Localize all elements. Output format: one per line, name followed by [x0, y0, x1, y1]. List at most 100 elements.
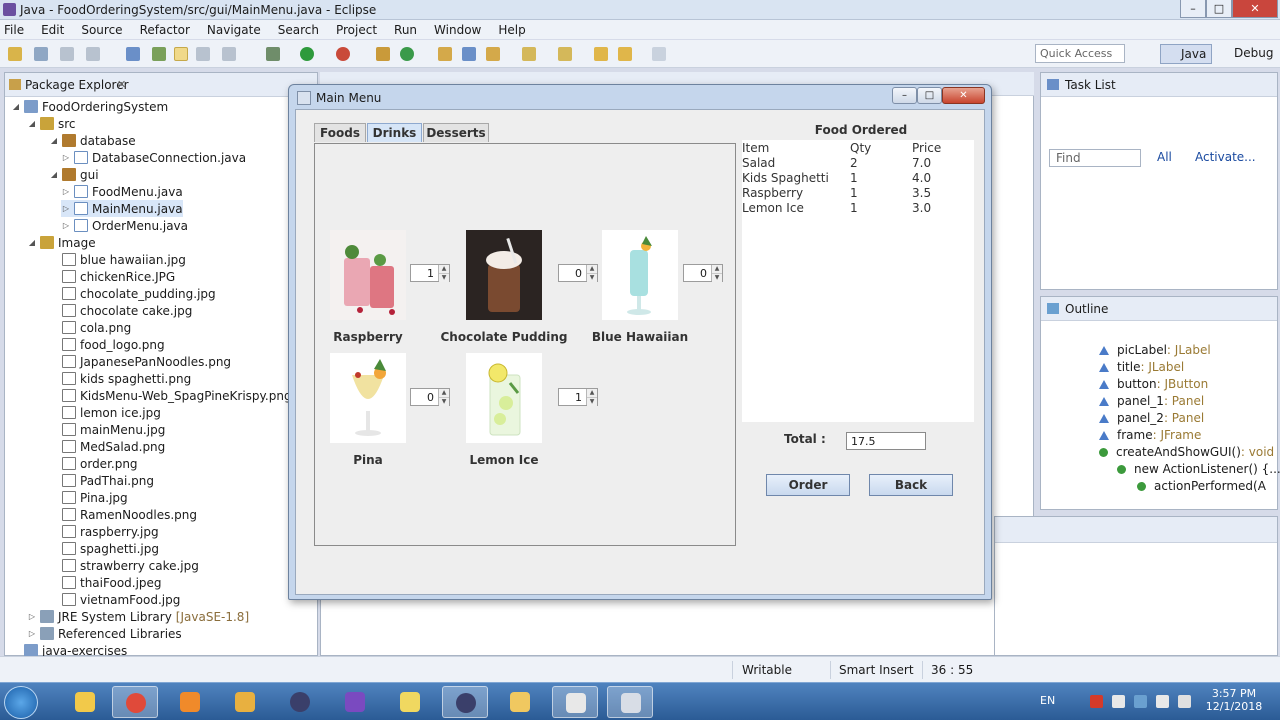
tree-item[interactable]: chocolate cake.jpg [49, 302, 192, 319]
package-explorer-tab[interactable]: Package Explorer [25, 78, 129, 92]
tree-item[interactable]: lemon ice.jpg [49, 404, 161, 421]
tree-toggle-icon[interactable]: ◢ [27, 238, 37, 247]
debug-perspective-button[interactable]: Debug [1216, 44, 1276, 64]
taskbar-java-app[interactable] [552, 686, 598, 718]
spinner-down-icon[interactable]: ▼ [712, 273, 722, 282]
quantity-spinner-raspberry[interactable]: 1 ▲ ▼ [410, 264, 450, 282]
tray-volume-icon[interactable] [1156, 695, 1169, 708]
spinner-up-icon[interactable]: ▲ [712, 265, 722, 273]
tree-item[interactable]: ▷ FoodMenu.java [61, 183, 183, 200]
taskbar-app-7[interactable] [387, 686, 433, 718]
tree-item[interactable]: MedSalad.png [49, 438, 165, 455]
tab-desserts[interactable]: Desserts [423, 123, 489, 142]
tree-toggle-icon[interactable]: ▷ [61, 153, 71, 162]
tab-foods[interactable]: Foods [314, 123, 366, 142]
tree-item[interactable]: strawberry cake.jpg [49, 557, 199, 574]
tree-toggle-icon[interactable]: ▷ [61, 204, 71, 213]
run-icon[interactable] [300, 47, 314, 61]
quick-access-input[interactable]: Quick Access [1035, 44, 1125, 63]
tab-drinks[interactable]: Drinks [367, 123, 422, 142]
menu-help[interactable]: Help [498, 23, 525, 37]
clock[interactable]: 3:57 PM 12/1/2018 [1200, 687, 1268, 713]
outline-item[interactable]: panel_2 : Panel [1099, 411, 1204, 425]
taskbar-visual-studio-app[interactable] [332, 686, 378, 718]
back-icon[interactable] [618, 47, 632, 61]
tree-item[interactable]: ◢ database [49, 132, 136, 149]
tree-item[interactable]: ▷ MainMenu.java [61, 200, 183, 217]
taskbar-chrome-app[interactable] [112, 686, 158, 718]
taskbar-eclipse-app[interactable] [277, 686, 323, 718]
table-row[interactable]: Raspberry 1 3.5 [742, 186, 974, 201]
tree-toggle-icon[interactable]: ▷ [27, 629, 37, 638]
show-whitespace-icon[interactable] [222, 47, 236, 61]
outline-item[interactable]: button : JButton [1099, 377, 1208, 391]
maximize-button[interactable]: □ [1206, 0, 1232, 18]
spinner-down-icon[interactable]: ▼ [587, 273, 597, 282]
tree-item[interactable]: ◢ gui [49, 166, 99, 183]
tree-item[interactable]: thaiFood.jpeg [49, 574, 162, 591]
tree-item[interactable]: ▷ DatabaseConnection.java [61, 149, 246, 166]
open-task-icon[interactable] [462, 47, 476, 61]
new-java-class-icon[interactable] [400, 47, 414, 61]
task-activate-link[interactable]: Activate... [1195, 150, 1256, 164]
spinner-up-icon[interactable]: ▲ [439, 265, 449, 273]
tree-toggle-icon[interactable]: ▷ [61, 187, 71, 196]
tree-item[interactable]: KidsMenu-Web_SpagPineKrispy.png [49, 387, 292, 404]
tree-item[interactable]: chocolate_pudding.jpg [49, 285, 216, 302]
next-annotation-icon[interactable] [522, 47, 536, 61]
tree-item[interactable]: mainMenu.jpg [49, 421, 165, 438]
outline-item[interactable]: picLabel : JLabel [1099, 343, 1211, 357]
close-button[interactable]: ✕ [1232, 0, 1278, 18]
outline-item[interactable]: panel_1 : Panel [1099, 394, 1204, 408]
spinner-up-icon[interactable]: ▲ [587, 389, 597, 397]
quantity-spinner-lemon-ice[interactable]: 1 ▲ ▼ [558, 388, 598, 406]
task-all-link[interactable]: All [1157, 150, 1172, 164]
tree-toggle-icon[interactable]: ◢ [27, 119, 37, 128]
tree-item[interactable]: kids spaghetti.png [49, 370, 191, 387]
quantity-spinner-blue-hawaiian[interactable]: 0 ▲ ▼ [683, 264, 723, 282]
back-button[interactable]: Back [869, 474, 953, 496]
language-indicator[interactable]: EN [1040, 694, 1055, 707]
tree-item[interactable]: RamenNoodles.png [49, 506, 197, 523]
tree-item[interactable]: PadThai.png [49, 472, 154, 489]
menu-search[interactable]: Search [278, 23, 319, 37]
quantity-spinner-pina[interactable]: 0 ▲ ▼ [410, 388, 450, 406]
tree-item[interactable]: ◢ FoodOrderingSystem [11, 98, 168, 115]
tree-toggle-icon[interactable]: ◢ [49, 170, 59, 179]
save-icon[interactable] [34, 47, 48, 61]
menu-edit[interactable]: Edit [41, 23, 64, 37]
tray-flag-icon[interactable] [1112, 695, 1125, 708]
table-row[interactable]: Kids Spaghetti 1 4.0 [742, 171, 974, 186]
taskbar-folder-app[interactable] [497, 686, 543, 718]
tray-network-icon[interactable] [1134, 695, 1147, 708]
outline-item[interactable]: createAndShowGUI() : void [1099, 445, 1274, 459]
tree-item[interactable]: ▷ Referenced Libraries [27, 625, 182, 642]
spinner-down-icon[interactable]: ▼ [587, 397, 597, 406]
tree-item[interactable]: spaghetti.jpg [49, 540, 159, 557]
spinner-down-icon[interactable]: ▼ [439, 273, 449, 282]
taskbar-explorer-app[interactable] [62, 686, 108, 718]
taskbar-app-4[interactable] [222, 686, 268, 718]
quantity-spinner-chocolate-pudding[interactable]: 0 ▲ ▼ [558, 264, 598, 282]
menu-source[interactable]: Source [81, 23, 122, 37]
menu-file[interactable]: File [4, 23, 24, 37]
tree-item[interactable]: ▷ OrderMenu.java [61, 217, 188, 234]
total-field[interactable]: 17.5 [846, 432, 926, 450]
tree-item[interactable]: raspberry.jpg [49, 523, 159, 540]
new-icon[interactable] [8, 47, 22, 61]
toggle-icon[interactable] [126, 47, 140, 61]
tree-item[interactable]: ◢ Image [27, 234, 96, 251]
table-row[interactable]: Lemon Ice 1 3.0 [742, 201, 974, 216]
open-type-icon[interactable] [152, 47, 166, 61]
outline-item[interactable]: new ActionListener() {... [1117, 462, 1280, 476]
tree-item[interactable]: ▷ JRE System Library [JavaSE-1.8] [27, 608, 249, 625]
search-tool-icon[interactable] [486, 47, 500, 61]
dialog-maximize-button[interactable]: □ [917, 87, 942, 104]
start-button[interactable] [4, 686, 38, 719]
task-find-input[interactable]: Find [1049, 149, 1141, 167]
taskbar-media-app[interactable] [167, 686, 213, 718]
save-all-icon[interactable] [60, 47, 74, 61]
menu-run[interactable]: Run [394, 23, 417, 37]
dialog-close-button[interactable]: ✕ [942, 87, 985, 104]
tree-toggle-icon[interactable]: ◢ [49, 136, 59, 145]
